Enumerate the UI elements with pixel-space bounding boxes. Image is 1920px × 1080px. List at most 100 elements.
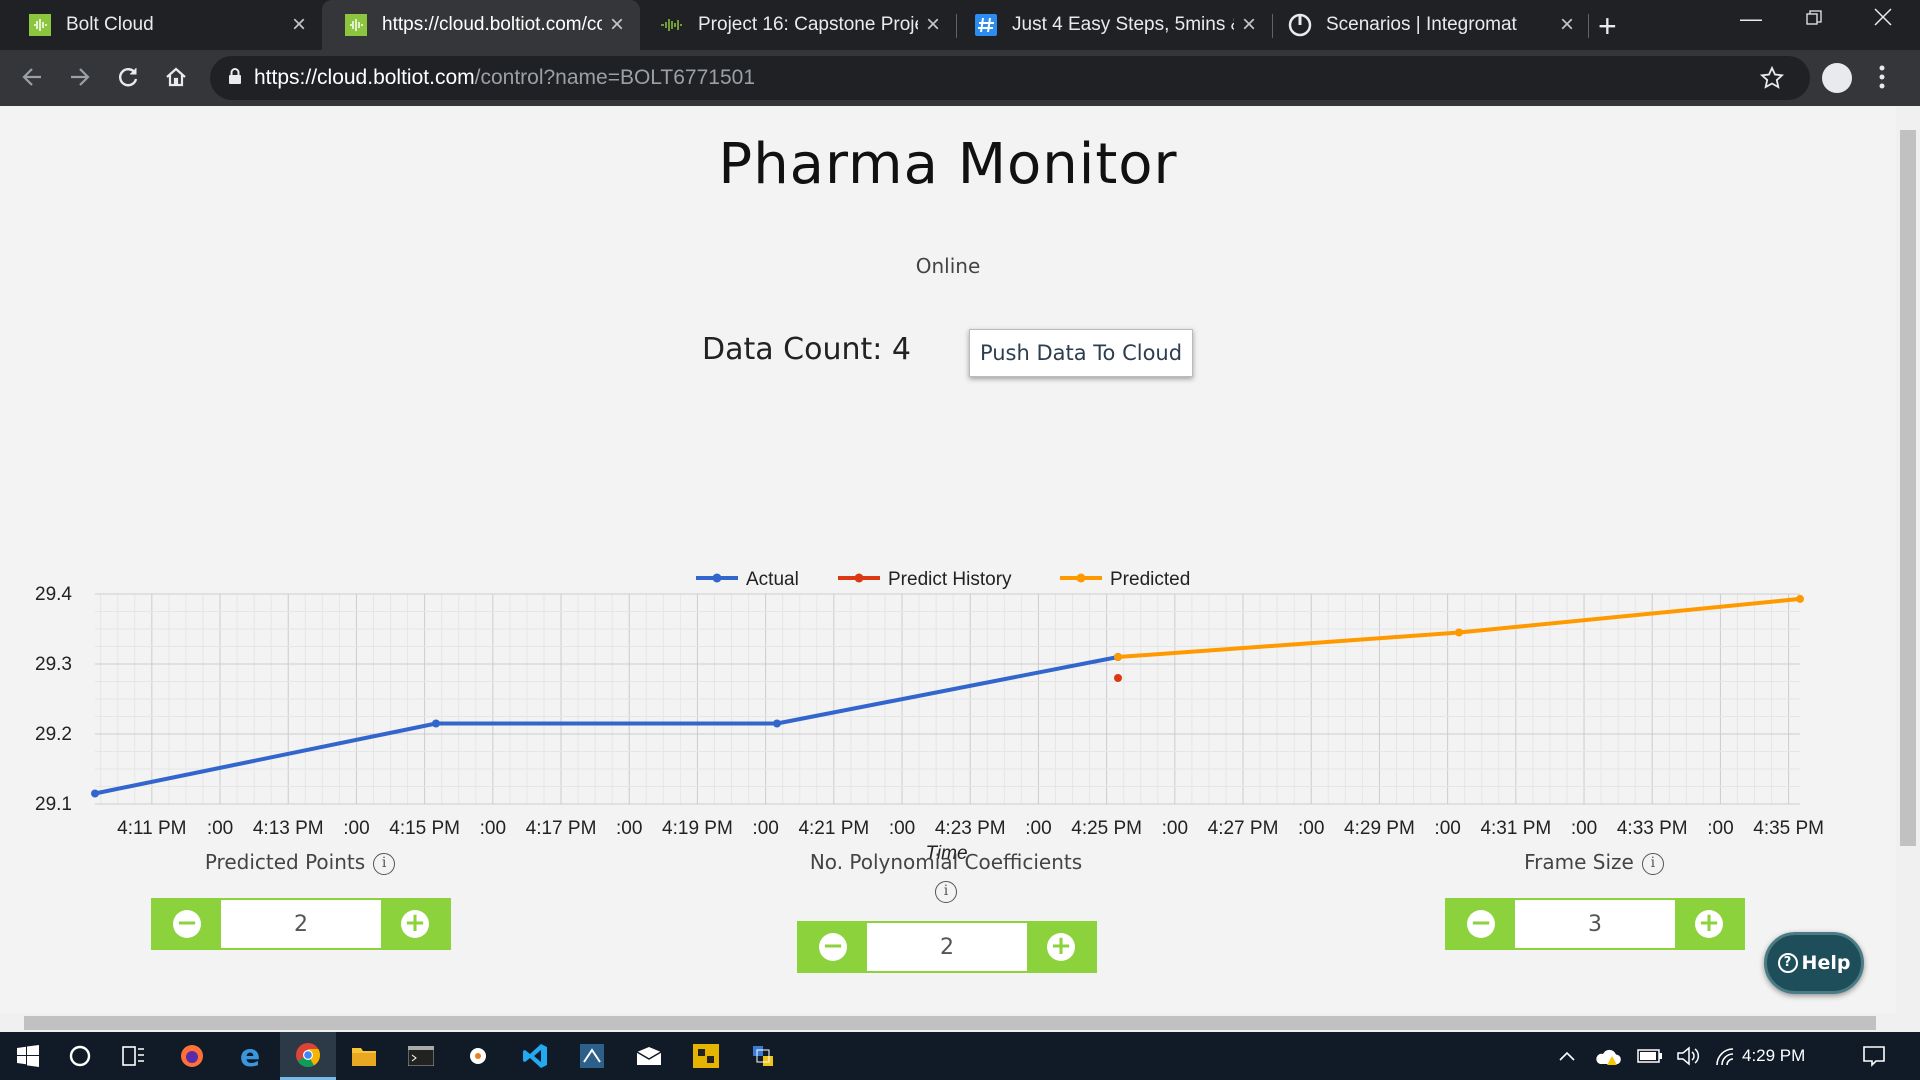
tab-easy-steps[interactable]: Just 4 Easy Steps, 5mins & S ×	[956, 0, 1272, 50]
bookmark-star-icon[interactable]	[1759, 65, 1785, 95]
bolt-icon	[344, 13, 368, 37]
home-icon[interactable]	[158, 59, 194, 95]
minimize-icon[interactable]: —	[1740, 6, 1762, 32]
profile-avatar[interactable]	[1822, 63, 1852, 93]
close-tab-icon[interactable]: ×	[284, 11, 314, 39]
vscode-icon[interactable]	[507, 1032, 563, 1080]
bolt-icon	[28, 13, 52, 37]
chrome-icon[interactable]	[280, 1032, 336, 1080]
tab-bolt-cloud[interactable]: Bolt Cloud ×	[0, 0, 322, 50]
window-close-icon[interactable]	[1874, 6, 1892, 32]
polynomial-coefficients-stepper: − 2 +	[797, 921, 1097, 973]
minus-icon: −	[173, 910, 201, 938]
volume-icon[interactable]	[1670, 1032, 1706, 1080]
info-icon-row: i	[746, 878, 1146, 903]
terminal-icon[interactable]	[393, 1032, 449, 1080]
info-icon[interactable]: i	[373, 852, 396, 875]
x-tick-label: 4:25 PM	[1071, 818, 1142, 839]
legend-label: Predict History	[888, 569, 1012, 590]
tab-title: https://cloud.boltiot.com/co	[382, 14, 602, 35]
vertical-scroll-thumb[interactable]	[1900, 130, 1916, 846]
tab-separator	[956, 14, 957, 38]
x-tick-label: 4:27 PM	[1208, 818, 1279, 839]
x-tick-label: :00	[889, 818, 915, 839]
predicted-points-input[interactable]: 2	[221, 900, 381, 948]
x-tick-label: 4:33 PM	[1617, 818, 1688, 839]
app-icon[interactable]	[450, 1032, 506, 1080]
x-tick-label: 4:15 PM	[389, 818, 460, 839]
url-text: https://cloud.boltiot.com/control?name=B…	[254, 66, 755, 90]
app-icon[interactable]	[735, 1032, 791, 1080]
reload-icon[interactable]	[110, 59, 146, 95]
app-icon[interactable]	[678, 1032, 734, 1080]
close-tab-icon[interactable]: ×	[1234, 11, 1264, 39]
legend-label: Actual	[746, 569, 799, 590]
polynomial-coefficients-input[interactable]: 2	[867, 923, 1027, 971]
frame-size-input[interactable]: 3	[1515, 900, 1675, 948]
x-tick-label: :00	[1571, 818, 1597, 839]
push-data-button[interactable]: Push Data To Cloud	[969, 329, 1193, 377]
onedrive-icon[interactable]	[1590, 1032, 1626, 1080]
frame-size-stepper: − 3 +	[1445, 898, 1745, 950]
decrement-button[interactable]: −	[799, 923, 867, 971]
tab-bolt-control[interactable]: https://cloud.boltiot.com/co ×	[322, 0, 640, 50]
app-icon[interactable]	[564, 1032, 620, 1080]
restore-icon[interactable]	[1806, 6, 1822, 32]
increment-button[interactable]: +	[1675, 900, 1743, 948]
start-icon[interactable]	[0, 1032, 56, 1080]
y-tick-label: 29.1	[35, 794, 72, 815]
x-tick-label: 4:21 PM	[798, 818, 869, 839]
close-tab-icon[interactable]: ×	[918, 11, 948, 39]
task-view-icon[interactable]	[106, 1032, 162, 1080]
decrement-button[interactable]: −	[153, 900, 221, 948]
address-bar[interactable]: https://cloud.boltiot.com/control?name=B…	[210, 56, 1810, 100]
data-point	[1455, 628, 1463, 637]
close-tab-icon[interactable]: ×	[1552, 11, 1582, 39]
notifications-icon[interactable]	[1852, 1032, 1896, 1080]
new-tab-icon[interactable]: +	[1598, 8, 1617, 45]
x-tick-label: 4:23 PM	[935, 818, 1006, 839]
tab-integromat[interactable]: Scenarios | Integromat ×	[1272, 0, 1590, 50]
edge-icon[interactable]: e	[222, 1032, 278, 1080]
tab-separator	[1272, 14, 1273, 38]
frame-size-label: Frame Size	[1524, 850, 1634, 874]
data-point	[432, 719, 440, 728]
taskbar: e 4:29 PM	[0, 1032, 1920, 1080]
x-tick-label: :00	[616, 818, 642, 839]
tab-capstone-project[interactable]: Project 16: Capstone Projec ×	[640, 0, 956, 50]
clock[interactable]: 4:29 PM	[1742, 1046, 1805, 1066]
more-menu-icon[interactable]	[1878, 63, 1886, 96]
wifi-icon[interactable]	[1708, 1032, 1744, 1080]
back-icon[interactable]	[14, 59, 50, 95]
battery-icon[interactable]	[1632, 1032, 1668, 1080]
file-explorer-icon[interactable]	[336, 1032, 392, 1080]
x-tick-label: :00	[480, 818, 506, 839]
forward-icon[interactable]	[62, 59, 98, 95]
audio-wave-icon	[660, 13, 684, 37]
info-icon[interactable]: i	[935, 880, 957, 903]
question-icon: ?	[1777, 953, 1798, 973]
help-button[interactable]: ? Help	[1764, 932, 1864, 994]
close-tab-icon[interactable]: ×	[602, 11, 632, 39]
mail-icon[interactable]	[621, 1032, 677, 1080]
increment-button[interactable]: +	[381, 900, 449, 948]
info-icon[interactable]: i	[1641, 852, 1664, 875]
lock-icon[interactable]	[228, 67, 242, 90]
decrement-button[interactable]: −	[1447, 900, 1515, 948]
browser-toolbar: https://cloud.boltiot.com/control?name=B…	[0, 50, 1920, 106]
line-chart: 29.1 29.2 29.3 29.4 4:11 PM:00 4:13 PM:00 4:15…	[35, 569, 1824, 864]
series-line-actual	[94, 655, 1119, 796]
horizontal-scroll-thumb[interactable]	[24, 1016, 1876, 1030]
increment-button[interactable]: +	[1027, 923, 1095, 971]
polynomial-coefficients-label: No. Polynomial Coefficients	[809, 850, 1083, 874]
frame-size-label-row: Frame Size i	[1444, 850, 1744, 875]
firefox-icon[interactable]	[164, 1032, 220, 1080]
x-tick-label: :00	[1025, 818, 1051, 839]
page-title: Pharma Monitor	[718, 132, 1178, 197]
page-content: Pharma Monitor Online Data Count: 4 Push…	[0, 106, 1896, 1014]
url-host: https://cloud.boltiot.com	[254, 66, 475, 89]
predicted-points-label: Predicted Points	[204, 850, 366, 874]
chevron-up-icon[interactable]	[1552, 1032, 1582, 1080]
x-tick-label: 4:35 PM	[1753, 818, 1824, 839]
cortana-icon[interactable]	[52, 1032, 108, 1080]
